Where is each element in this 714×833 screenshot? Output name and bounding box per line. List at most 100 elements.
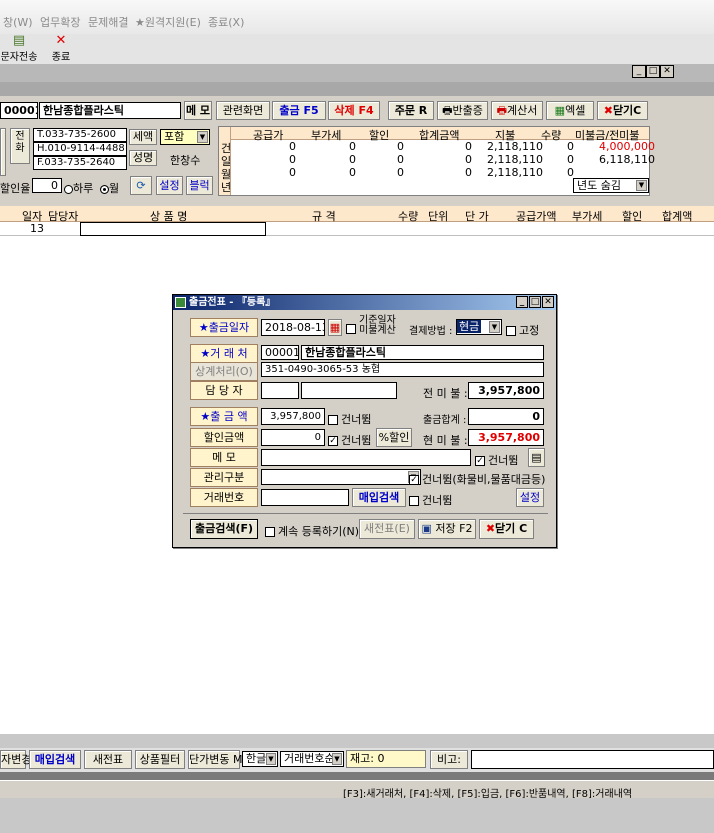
- summary-cell: 0: [465, 166, 472, 179]
- search-button[interactable]: 출금검색(F): [190, 519, 258, 539]
- chevron-down-icon[interactable]: ▼: [197, 131, 208, 143]
- deposit-button[interactable]: 출금 F5: [272, 101, 326, 120]
- summary-col-discount: 할인: [369, 129, 390, 142]
- prev-unpaid-value: 3,957,800: [468, 382, 544, 399]
- purchase-search-button[interactable]: 매입검색: [352, 488, 406, 507]
- block-button[interactable]: 블럭: [186, 176, 213, 195]
- person-name: 한창수: [170, 154, 201, 167]
- refresh-button[interactable]: ⟳: [130, 176, 152, 195]
- pay-method-label: 결제방법 :: [409, 326, 453, 337]
- save-button[interactable]: ▣ 저장 F2: [418, 519, 476, 539]
- memo-field[interactable]: [261, 449, 471, 466]
- memo-detail-button[interactable]: ▤: [528, 448, 545, 467]
- price-change-button[interactable]: 단가변동 M: [188, 750, 242, 769]
- related-button[interactable]: 관련화면: [216, 101, 270, 120]
- basis-checkbox[interactable]: [346, 322, 359, 335]
- minimize-button[interactable]: _: [632, 65, 646, 78]
- menu-window[interactable]: 창(W): [3, 14, 33, 30]
- delete-button[interactable]: 삭제 F4: [328, 101, 380, 120]
- save-label: 저장 F2: [435, 522, 473, 535]
- hp-field[interactable]: H.010-9114-4488: [33, 142, 127, 156]
- client-name-field[interactable]: 한남종합플라스틱: [301, 345, 544, 360]
- bottom-strip: [0, 734, 714, 748]
- withdrawal-dialog: 출금전표 - 『등록』 _ □ ✕ ★출금일자 2018-08-13 ▦ 기준일…: [172, 294, 557, 548]
- sort-value: 거래번호순: [284, 752, 335, 765]
- summary-cell: 0: [289, 166, 296, 179]
- phone-button[interactable]: 전화: [10, 128, 30, 164]
- summary-cell-unpaid: 4,000,000: [599, 140, 655, 153]
- discount-field[interactable]: 0: [261, 429, 325, 446]
- close-button[interactable]: ✖닫기C: [597, 101, 648, 120]
- fax-field[interactable]: F.033-735-2640: [33, 156, 127, 170]
- product-cell-editor[interactable]: [80, 222, 266, 236]
- continue-checkbox[interactable]: 계속 등록하기(N): [265, 523, 359, 539]
- dlg-maximize-button[interactable]: □: [529, 296, 541, 308]
- tax-select[interactable]: 포함 ▼: [160, 129, 210, 145]
- excel-button[interactable]: ▦엑셀: [546, 101, 594, 120]
- dlg-minimize-button[interactable]: _: [516, 296, 528, 308]
- bottom-purchase-search-button[interactable]: 매입검색: [29, 750, 81, 769]
- discount-label: 할인금액: [190, 428, 258, 447]
- txn-skip-checkbox[interactable]: 건너뜀: [409, 492, 452, 508]
- maximize-button[interactable]: □: [646, 65, 660, 78]
- settings-button[interactable]: 설정: [156, 176, 183, 195]
- invoice-button[interactable]: 🖶계산서: [491, 101, 543, 120]
- summary-col-total: 합계금액: [419, 129, 460, 142]
- chevron-down-icon[interactable]: ▼: [636, 180, 647, 191]
- mgmt-select[interactable]: ▼: [261, 469, 421, 485]
- sort-select[interactable]: 거래번호순 ▼: [280, 751, 344, 767]
- memo-skip-checkbox[interactable]: ✓ 건너뜀: [475, 452, 518, 468]
- chevron-down-icon[interactable]: ▼: [266, 753, 276, 765]
- product-filter-button[interactable]: 상품필터: [135, 750, 185, 769]
- menu-remote[interactable]: ★원격지원(E): [135, 14, 201, 30]
- change-button[interactable]: 자변경: [0, 750, 31, 769]
- side-button[interactable]: [0, 128, 6, 176]
- customer-code[interactable]: 000015: [0, 102, 38, 119]
- dialog-close-button[interactable]: ✖닫기 C: [479, 519, 534, 539]
- amount-field[interactable]: 3,957,800: [261, 408, 325, 425]
- lang-select[interactable]: 한글 ▼: [242, 751, 278, 767]
- chevron-down-icon[interactable]: ▼: [332, 753, 342, 765]
- client-code-field[interactable]: 000015: [261, 345, 299, 360]
- txn-field[interactable]: [261, 489, 349, 506]
- account-field[interactable]: 351-0490-3065-53 농협: [261, 362, 544, 377]
- radio-day[interactable]: 하루: [64, 180, 93, 196]
- discount-rate-field[interactable]: 0: [32, 178, 62, 193]
- amount-skip-checkbox[interactable]: 건너뜀: [328, 411, 371, 427]
- order-button[interactable]: 주문 R: [388, 101, 434, 120]
- dlg-close-button[interactable]: ✕: [542, 296, 554, 308]
- percent-discount-button[interactable]: %할인: [376, 428, 412, 447]
- dialog-settings-button[interactable]: 설정: [516, 488, 544, 507]
- remark-field[interactable]: [471, 750, 714, 769]
- close-window-button[interactable]: ✕: [660, 65, 674, 78]
- bottom-new-slip-button[interactable]: 새전표: [84, 750, 132, 769]
- summary-cell: 2,118,110: [487, 153, 543, 166]
- return-button[interactable]: 🖶반출증: [437, 101, 488, 120]
- menu-trouble[interactable]: 문제해결: [88, 14, 128, 30]
- menu-business[interactable]: 업무확장: [40, 14, 80, 30]
- discount-skip-checkbox[interactable]: ✓ 건너뜀: [328, 432, 371, 448]
- new-slip-button[interactable]: 새전표(E): [359, 519, 415, 539]
- basis-label-line2: 미불계산: [359, 325, 396, 336]
- customer-name[interactable]: 한남종합플라스틱: [39, 102, 181, 119]
- offset-button[interactable]: 상계처리(O): [190, 362, 258, 381]
- document-icon: ▤: [531, 451, 542, 464]
- exit-button[interactable]: ✕ 종료: [48, 34, 74, 64]
- calendar-icon[interactable]: ▦: [328, 319, 342, 336]
- radio-month[interactable]: 월: [100, 180, 119, 196]
- chevron-down-icon[interactable]: ▼: [489, 321, 500, 333]
- fixed-checkbox[interactable]: 고정: [506, 322, 539, 338]
- year-hide-select[interactable]: 년도 숨김 ▼: [573, 178, 649, 193]
- summary-cell: 0: [465, 153, 472, 166]
- manager-code-field[interactable]: [261, 382, 299, 399]
- tel-field[interactable]: T.033-735-2600: [33, 128, 127, 142]
- table-row[interactable]: 13: [0, 222, 714, 236]
- refresh-icon: ⟳: [136, 179, 146, 192]
- date-field[interactable]: 2018-08-13: [261, 319, 325, 336]
- sms-button[interactable]: ▤ 문자전송: [0, 34, 38, 64]
- manager-name-field[interactable]: [301, 382, 397, 399]
- mgmt-skip-checkbox[interactable]: ✓ 건너뜀(화물비,물품대금등): [409, 471, 545, 487]
- menu-exit[interactable]: 종료(X): [208, 14, 244, 30]
- memo-button[interactable]: 메 모: [184, 101, 212, 120]
- pay-method-select[interactable]: 현금 ▼: [456, 319, 502, 335]
